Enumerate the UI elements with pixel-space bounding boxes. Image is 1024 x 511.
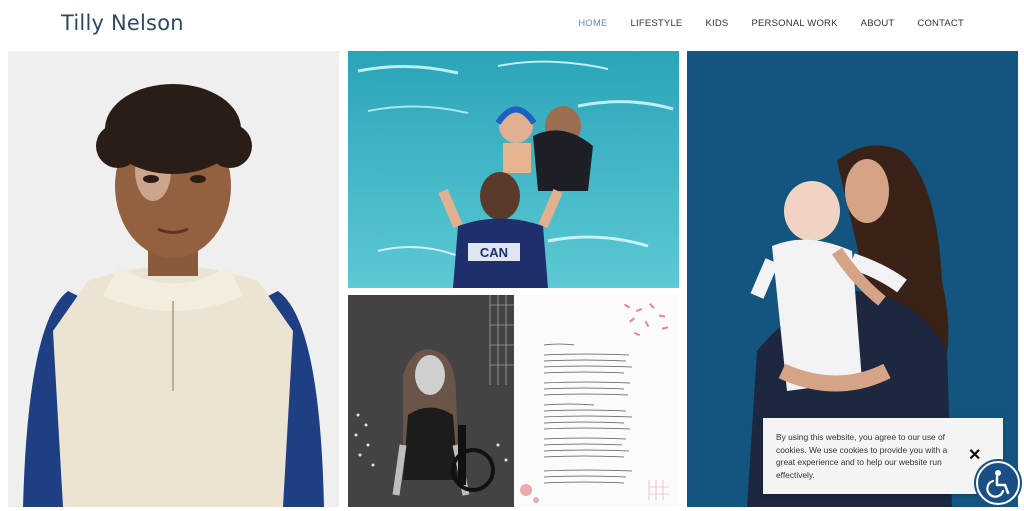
wheelchair-icon [986,470,1010,498]
nav-item-home[interactable]: HOME [578,18,607,29]
gallery-photo-handwritten-letter[interactable] [514,295,679,507]
close-icon[interactable]: ✕ [968,445,981,465]
nav-item-kids[interactable]: KIDS [705,18,728,29]
gallery-photo-swimming-lesson[interactable]: CAN [348,51,679,288]
accessibility-button[interactable] [976,461,1020,505]
main-nav: HOME LIFESTYLE KIDS PERSONAL WORK ABOUT … [555,18,964,29]
gallery-photo-boy-portrait[interactable] [8,51,339,507]
gallery-photo-woman-wheelchair[interactable] [348,295,514,507]
nav-item-personal-work[interactable]: PERSONAL WORK [751,18,837,29]
vest-label: CAN [480,245,508,260]
nav-item-contact[interactable]: CONTACT [917,18,964,29]
cookie-consent-text: By using this website, you agree to our … [776,432,948,480]
site-header: Tilly Nelson HOME LIFESTYLE KIDS PERSONA… [0,0,1024,50]
nav-item-about[interactable]: ABOUT [861,18,895,29]
nav-item-lifestyle[interactable]: LIFESTYLE [631,18,683,29]
cookie-consent-banner: By using this website, you agree to our … [763,418,1003,494]
site-logo-title[interactable]: Tilly Nelson [61,11,184,35]
